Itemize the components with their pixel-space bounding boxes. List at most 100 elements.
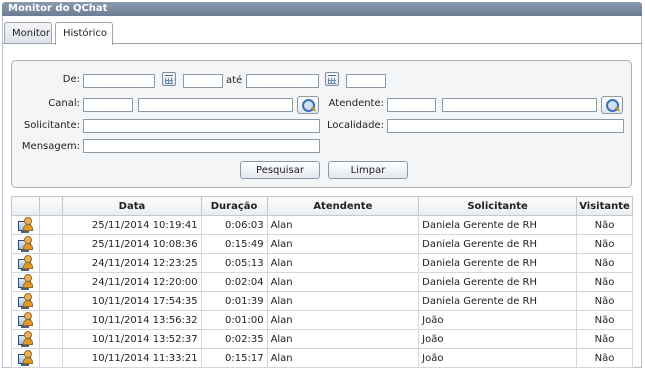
table-row[interactable]: 24/11/2014 12:20:00 0:02:04 Alan Daniela…	[11, 272, 633, 292]
header-atendente[interactable]: Atendente	[266, 196, 420, 216]
table-row[interactable]: 25/11/2014 10:08:36 0:15:49 Alan Daniela…	[11, 234, 633, 254]
row-icon-cell[interactable]	[11, 272, 40, 292]
row-icon-cell[interactable]	[11, 329, 40, 349]
cell-visitante: Não	[576, 272, 633, 292]
cell-atendente: Alan	[266, 215, 420, 235]
table-row[interactable]: 10/11/2014 11:33:21 0:15:17 Alan João Nã…	[11, 348, 633, 368]
cell-visitante: Não	[576, 215, 633, 235]
cell-solicitante: João	[418, 329, 577, 349]
cell-visitante: Não	[576, 234, 633, 254]
header-solicitante[interactable]: Solicitante	[418, 196, 577, 216]
chat-user-icon[interactable]	[17, 255, 34, 271]
row-icon-cell[interactable]	[11, 215, 40, 235]
cell-atendente: Alan	[266, 234, 420, 254]
ate-label: até	[226, 75, 243, 86]
row-blank-cell	[38, 291, 64, 311]
canal-label: Canal:	[48, 98, 80, 109]
header-icon	[11, 196, 40, 216]
canal-code-input[interactable]	[83, 98, 133, 112]
chat-user-icon[interactable]	[17, 236, 34, 252]
cell-duracao: 0:15:17	[200, 348, 268, 368]
solicitante-label: Solicitante:	[23, 120, 80, 131]
cell-duracao: 0:02:35	[200, 329, 268, 349]
limpar-button[interactable]: Limpar	[328, 161, 408, 179]
row-icon-cell[interactable]	[11, 234, 40, 254]
table-row[interactable]: 25/11/2014 10:19:41 0:06:03 Alan Daniela…	[11, 215, 633, 235]
chat-user-icon[interactable]	[17, 331, 34, 347]
cell-visitante: Não	[576, 291, 633, 311]
pesquisar-button[interactable]: Pesquisar	[240, 161, 320, 179]
canal-name-input[interactable]	[138, 98, 293, 112]
row-blank-cell	[38, 253, 64, 273]
mensagem-input[interactable]	[83, 139, 320, 153]
cell-solicitante: João	[418, 310, 577, 330]
row-icon-cell[interactable]	[11, 310, 40, 330]
cell-atendente: Alan	[266, 291, 420, 311]
cell-data: 24/11/2014 12:23:25	[62, 253, 202, 273]
cell-atendente: Alan	[266, 310, 420, 330]
cell-solicitante: Daniela Gerente de RH	[418, 291, 577, 311]
date-to-input[interactable]	[246, 74, 319, 88]
table-row[interactable]: 10/11/2014 13:56:32 0:01:00 Alan João Nã…	[11, 310, 633, 330]
cell-data: 10/11/2014 17:54:35	[62, 291, 202, 311]
header-data[interactable]: Data	[62, 196, 202, 216]
row-blank-cell	[38, 215, 64, 235]
tab-historico[interactable]: Histórico	[55, 22, 113, 45]
cell-atendente: Alan	[266, 329, 420, 349]
chat-user-icon[interactable]	[17, 293, 34, 309]
window-titlebar: Monitor do QChat	[2, 2, 642, 16]
cell-visitante: Não	[576, 348, 633, 368]
table-row[interactable]: 10/11/2014 17:54:35 0:01:39 Alan Daniela…	[11, 291, 633, 311]
filter-panel: De: até Canal: Atendente: Solicitante: L…	[11, 60, 632, 188]
cell-data: 24/11/2014 12:20:00	[62, 272, 202, 292]
table-row[interactable]: 10/11/2014 13:52:37 0:02:35 Alan João Nã…	[11, 329, 633, 349]
cell-data: 10/11/2014 13:52:37	[62, 329, 202, 349]
time-to-input[interactable]	[346, 74, 386, 88]
chat-user-icon[interactable]	[17, 274, 34, 290]
date-from-input[interactable]	[83, 74, 155, 88]
row-blank-cell	[38, 310, 64, 330]
atendente-code-input[interactable]	[387, 98, 436, 112]
cell-duracao: 0:15:49	[200, 234, 268, 254]
cell-data: 25/11/2014 10:19:41	[62, 215, 202, 235]
cell-duracao: 0:01:39	[200, 291, 268, 311]
cell-solicitante: Daniela Gerente de RH	[418, 253, 577, 273]
calendar-icon[interactable]	[325, 72, 339, 86]
table-header-row: Data Duração Atendente Solicitante Visit…	[11, 196, 633, 216]
search-icon[interactable]	[601, 96, 623, 114]
cell-visitante: Não	[576, 329, 633, 349]
de-label: De:	[62, 74, 80, 85]
localidade-label: Localidade:	[326, 120, 384, 131]
table-row[interactable]: 24/11/2014 12:23:25 0:05:13 Alan Daniela…	[11, 253, 633, 273]
atendente-label: Atendente:	[328, 98, 384, 109]
cell-data: 10/11/2014 13:56:32	[62, 310, 202, 330]
cell-atendente: Alan	[266, 348, 420, 368]
calendar-icon[interactable]	[162, 72, 176, 86]
cell-duracao: 0:05:13	[200, 253, 268, 273]
header-blank	[38, 196, 64, 216]
mensagem-label: Mensagem:	[21, 141, 80, 152]
time-from-input[interactable]	[183, 74, 223, 88]
row-icon-cell[interactable]	[11, 291, 40, 311]
row-blank-cell	[38, 348, 64, 368]
header-duracao[interactable]: Duração	[200, 196, 268, 216]
cell-data: 25/11/2014 10:08:36	[62, 234, 202, 254]
cell-visitante: Não	[576, 310, 633, 330]
row-icon-cell[interactable]	[11, 253, 40, 273]
localidade-input[interactable]	[387, 119, 624, 133]
cell-atendente: Alan	[266, 272, 420, 292]
chat-user-icon[interactable]	[17, 350, 34, 366]
row-blank-cell	[38, 272, 64, 292]
history-table: Data Duração Atendente Solicitante Visit…	[11, 196, 633, 368]
header-visitante[interactable]: Visitante	[576, 196, 633, 216]
tab-monitor[interactable]: Monitor	[4, 22, 52, 44]
window-title: Monitor do QChat	[8, 3, 108, 14]
chat-user-icon[interactable]	[17, 217, 34, 233]
atendente-name-input[interactable]	[442, 98, 597, 112]
cell-duracao: 0:02:04	[200, 272, 268, 292]
row-icon-cell[interactable]	[11, 348, 40, 368]
chat-user-icon[interactable]	[17, 312, 34, 328]
search-icon[interactable]	[297, 96, 319, 114]
solicitante-input[interactable]	[83, 119, 320, 133]
cell-solicitante: Daniela Gerente de RH	[418, 215, 577, 235]
